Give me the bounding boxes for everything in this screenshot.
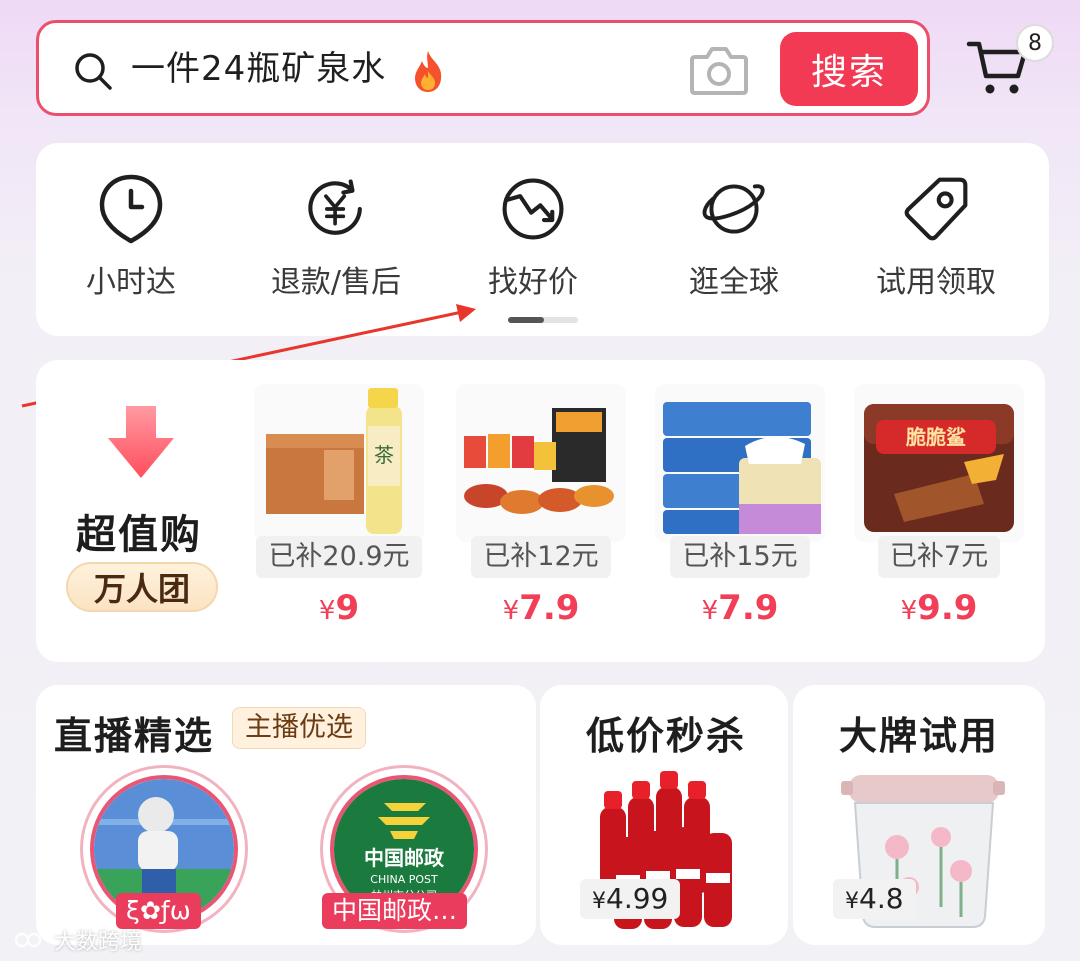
flash-sale-card[interactable]: 低价秒杀 ¥4.99 [540, 685, 788, 945]
service-find-price[interactable]: 找好价 [438, 173, 628, 301]
clock-pin-icon [99, 174, 163, 244]
deals-title: 超值购 [76, 512, 202, 558]
live-anchor[interactable]: ξ✿ƒω [80, 765, 248, 933]
svg-text:中国邮政: 中国邮政 [364, 846, 445, 870]
watermark-logo-icon [14, 932, 47, 948]
service-shortcuts: 小时达 退款/售后 找好价 逛全球 试用领取 [36, 143, 1049, 336]
search-bar[interactable]: 一件24瓶矿泉水 搜索 [36, 20, 930, 116]
service-global[interactable]: 逛全球 [639, 173, 829, 301]
svg-text:CHINA POST: CHINA POST [370, 873, 438, 886]
group-buy-badge: 万人团 [66, 562, 218, 612]
service-label: 找好价 [488, 265, 578, 300]
service-label: 小时达 [86, 265, 176, 300]
service-label: 试用领取 [876, 265, 996, 300]
deal-price: ¥9.9 [900, 588, 978, 628]
cart-count-badge: 8 [1016, 24, 1054, 62]
anchor-name: 中国邮政… [322, 893, 468, 929]
subsidy-label: 已补20.9元 [256, 536, 422, 578]
deal-price: ¥9 [318, 588, 360, 628]
svg-text:茶: 茶 [374, 443, 394, 467]
search-button[interactable]: 搜索 [780, 32, 918, 106]
product-image-tea: 茶 [254, 384, 424, 542]
live-anchor[interactable]: 中国邮政 CHINA POST 林州市分公司 中国邮政… [320, 765, 488, 933]
flash-sale-title: 低价秒杀 [586, 714, 747, 758]
live-picks-card[interactable]: 直播精选 主播优选 ξ✿ƒω 中国邮政 CHINA POST 林州市分公司 [36, 685, 536, 945]
service-label: 逛全球 [689, 265, 779, 300]
flash-sale-price: ¥4.99 [580, 879, 681, 919]
deal-item[interactable]: 茶 已补20.9元 ¥9 [254, 384, 424, 633]
watermark: 大数跨境 [14, 924, 142, 956]
subsidy-label: 已补15元 [670, 536, 810, 578]
search-input[interactable]: 一件24瓶矿泉水 [131, 47, 386, 91]
svg-text:脆脆鲨: 脆脆鲨 [906, 425, 966, 449]
product-image-tissue [655, 384, 825, 542]
page-indicator [508, 317, 578, 323]
down-arrow-icon [108, 406, 174, 478]
deal-price: ¥7.9 [502, 588, 580, 628]
refund-yen-icon [308, 179, 362, 235]
fire-icon [415, 51, 442, 92]
service-label: 退款/售后 [270, 265, 402, 300]
service-refund[interactable]: 退款/售后 [241, 173, 431, 301]
brand-trial-price: ¥4.8 [833, 879, 916, 919]
planet-icon [702, 184, 765, 234]
anchor-pick-tag: 主播优选 [232, 707, 366, 749]
product-image-wafer: 脆脆鲨 [854, 384, 1024, 542]
deal-item[interactable]: 已补12元 ¥7.9 [456, 384, 626, 633]
deal-item[interactable]: 脆脆鲨 已补7元 ¥9.9 [854, 384, 1024, 633]
subsidy-label: 已补12元 [471, 536, 611, 578]
search-icon [75, 53, 112, 90]
subsidy-label: 已补7元 [877, 536, 1001, 578]
brand-trial-card[interactable]: 大牌试用 ¥4.8 [793, 685, 1045, 945]
tag-icon [904, 177, 968, 241]
camera-icon[interactable] [689, 43, 749, 97]
service-hour-delivery[interactable]: 小时达 [36, 173, 226, 301]
super-value-deals[interactable]: 超值购 万人团 茶 已补20.9元 ¥9 已补12元 ¥7.9 已补15元 ¥7… [36, 360, 1045, 662]
price-down-icon [502, 178, 564, 240]
deal-item[interactable]: 已补15元 ¥7.9 [655, 384, 825, 633]
service-trial[interactable]: 试用领取 [841, 173, 1031, 301]
brand-trial-title: 大牌试用 [839, 714, 1000, 758]
product-image-snacks [456, 384, 626, 542]
deal-price: ¥7.9 [701, 588, 779, 628]
live-picks-title: 直播精选 [54, 714, 215, 758]
